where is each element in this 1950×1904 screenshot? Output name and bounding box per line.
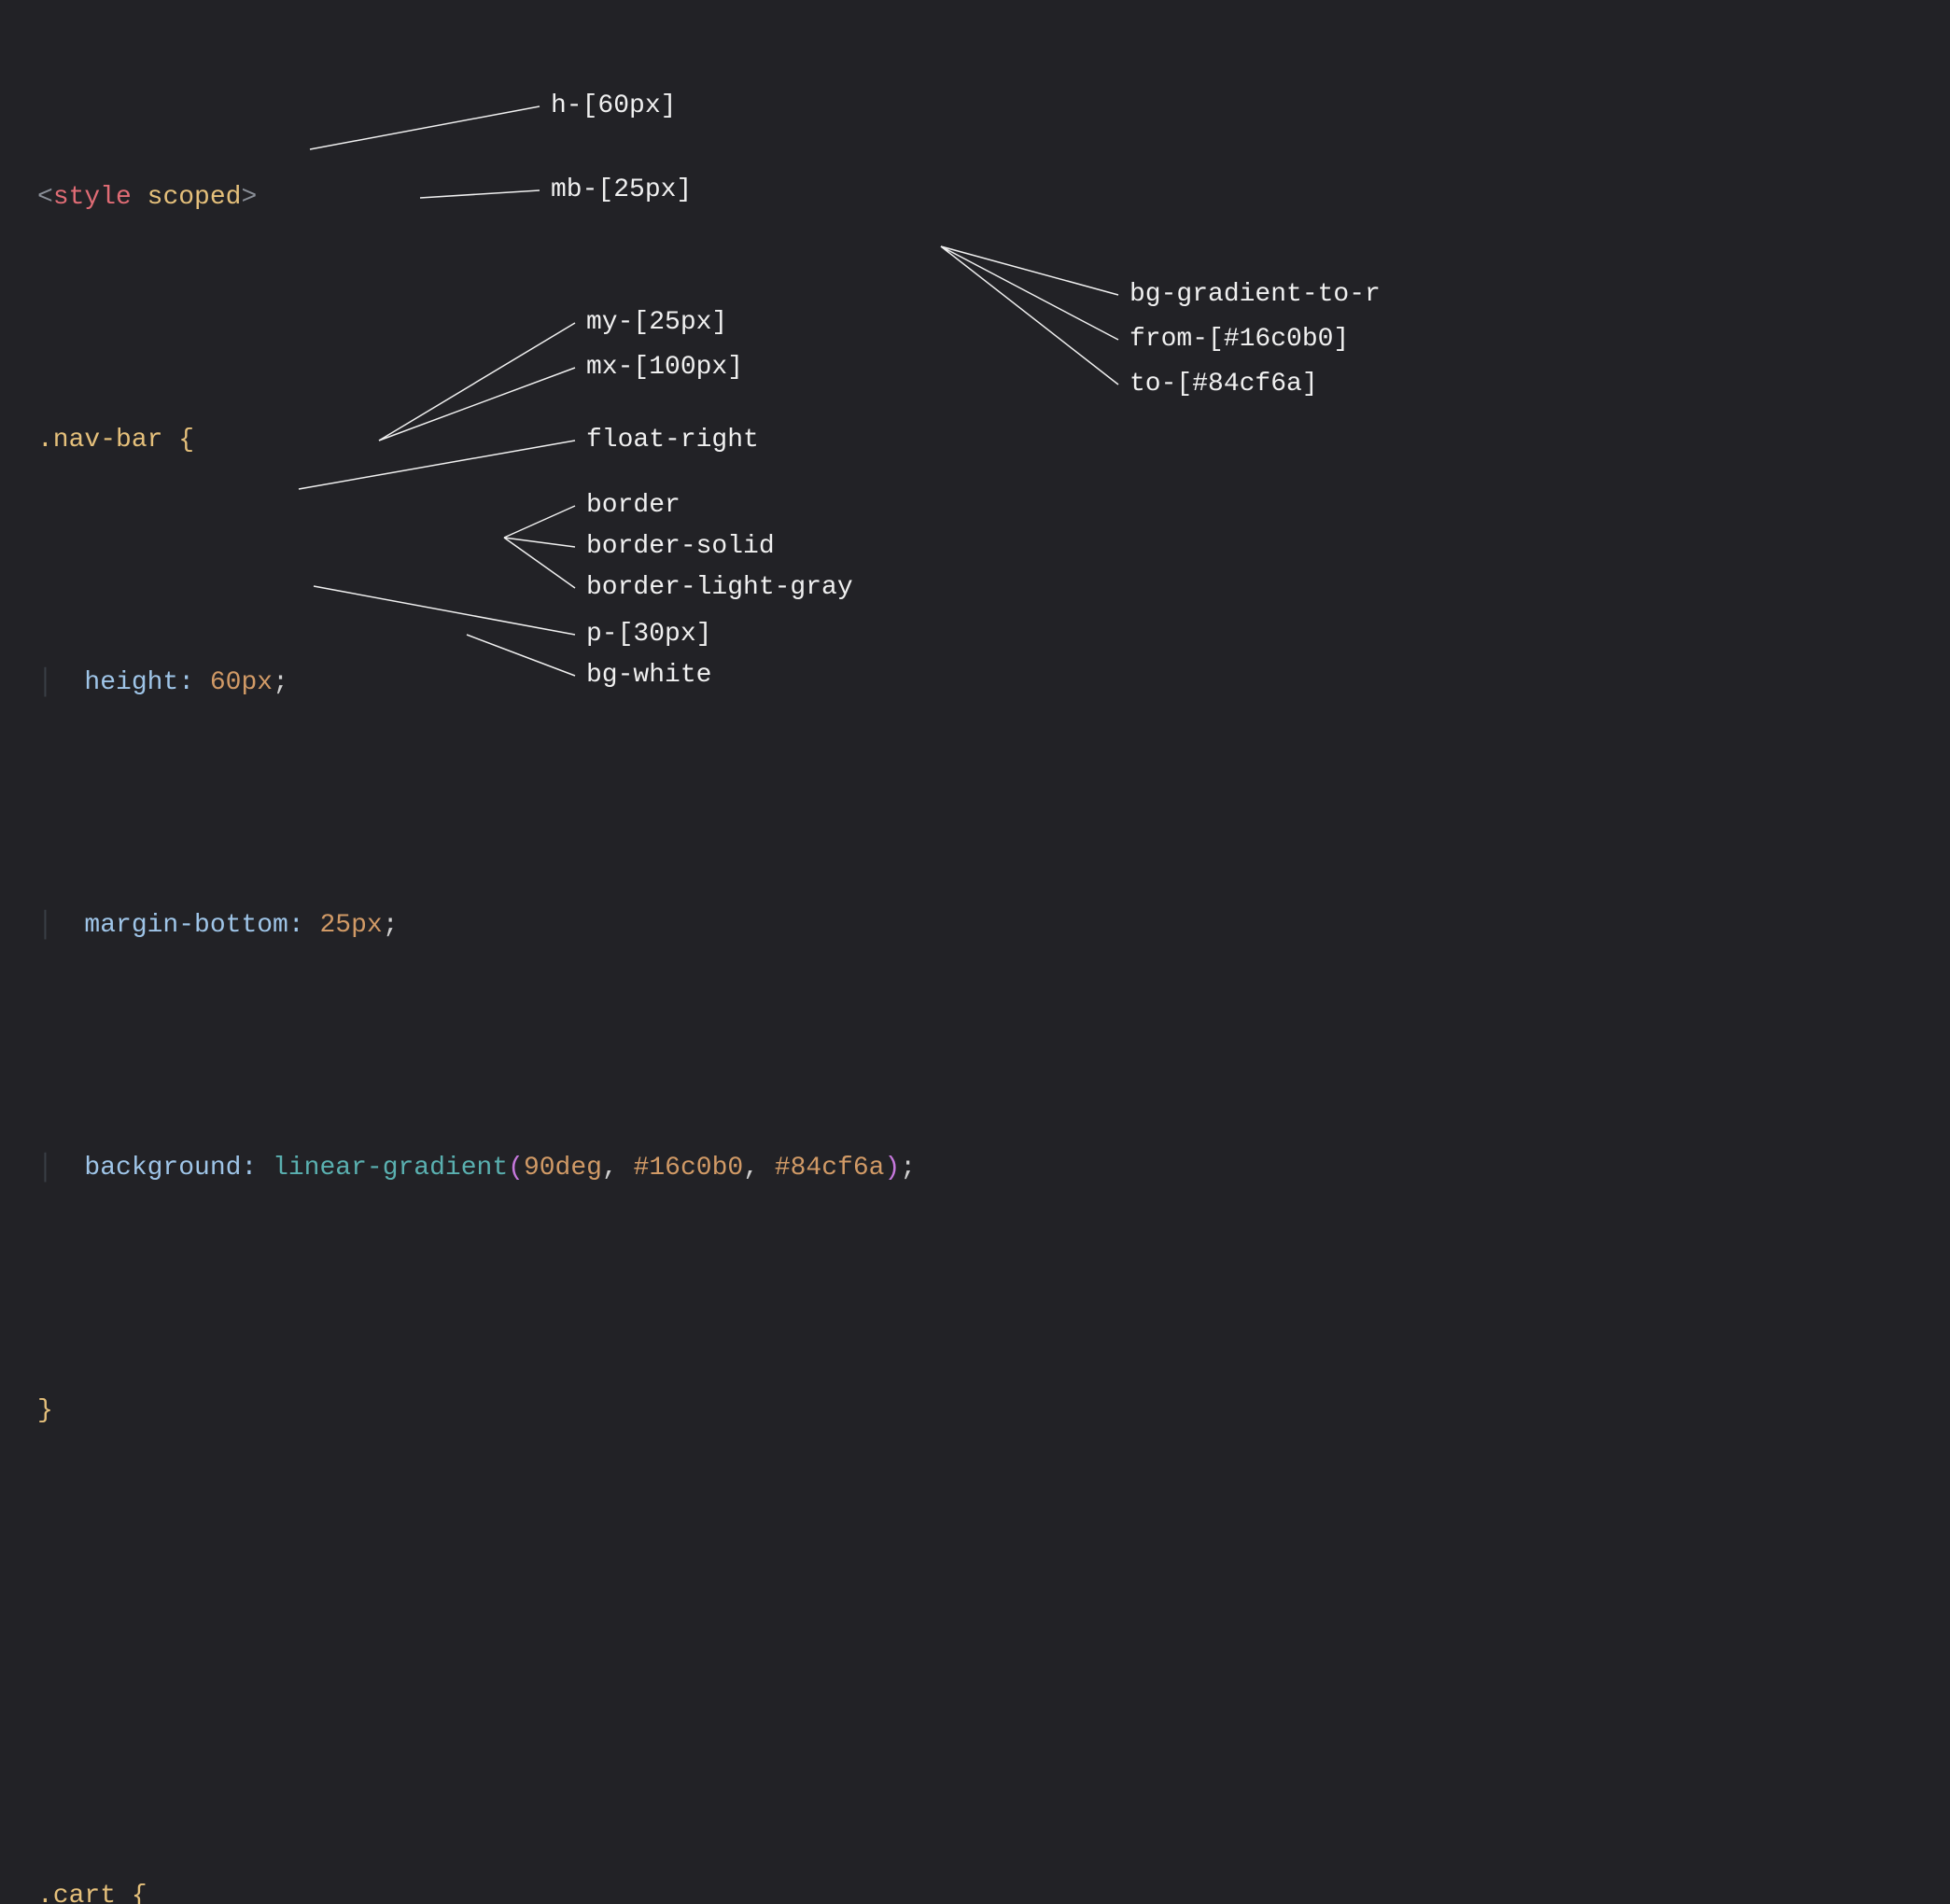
tailwind-annotation: my-[25px]	[586, 308, 727, 337]
tailwind-annotation: h-[60px]	[551, 91, 676, 120]
css-property: background	[84, 1154, 241, 1183]
tailwind-annotation: bg-gradient-to-r	[1129, 280, 1381, 309]
code-line: │ background: linear-gradient(90deg, #16…	[37, 1144, 1913, 1193]
css-property: margin-bottom	[84, 911, 288, 940]
tailwind-annotation: p-[30px]	[586, 620, 711, 649]
attr-name: scoped	[147, 183, 242, 212]
paren: )	[884, 1154, 900, 1183]
css-value: 25px	[319, 911, 382, 940]
code-line: │ height: 60px;	[37, 659, 1913, 707]
code-line: <style scoped>	[37, 174, 1913, 222]
css-selector: .nav-bar	[37, 426, 162, 455]
css-selector: .cart	[37, 1882, 116, 1904]
code-line: .cart {	[37, 1872, 1913, 1904]
tailwind-annotation: bg-white	[586, 661, 711, 690]
css-value: #84cf6a	[775, 1154, 885, 1183]
tailwind-annotation: border-light-gray	[586, 573, 853, 602]
semicolon: ;	[900, 1154, 916, 1183]
tailwind-annotation: mx-[100px]	[586, 353, 743, 382]
tailwind-annotation: mb-[25px]	[551, 175, 692, 204]
brace: }	[37, 1396, 53, 1425]
space	[132, 183, 147, 212]
tag-name: style	[53, 183, 132, 212]
code-line: }	[37, 1387, 1913, 1435]
semicolon: ;	[383, 911, 399, 940]
tailwind-annotation: border-solid	[586, 532, 775, 561]
code-line: │ margin-bottom: 25px;	[37, 902, 1913, 950]
indent-guide: │	[37, 668, 53, 697]
colon: :	[178, 668, 194, 697]
indent-guide: │	[37, 911, 53, 940]
tailwind-annotation: from-[#16c0b0]	[1129, 325, 1349, 354]
comma: ,	[743, 1154, 759, 1183]
css-value: 60px	[210, 668, 273, 697]
semicolon: ;	[273, 668, 288, 697]
css-property: height	[84, 668, 178, 697]
brace: {	[116, 1882, 147, 1904]
angle-bracket: >	[241, 183, 257, 212]
code-line	[37, 1630, 1913, 1678]
tailwind-annotation: border	[586, 491, 680, 520]
comma: ,	[602, 1154, 618, 1183]
tailwind-annotation: float-right	[586, 426, 759, 455]
css-value: 90deg	[524, 1154, 602, 1183]
css-function: linear-gradient	[273, 1154, 508, 1183]
paren: (	[508, 1154, 524, 1183]
tailwind-annotation: to-[#84cf6a]	[1129, 370, 1318, 399]
css-value: #16c0b0	[634, 1154, 744, 1183]
code-diagram: <style scoped> .nav-bar { │ height: 60px…	[0, 0, 1950, 952]
css-code-block: <style scoped> .nav-bar { │ height: 60px…	[37, 28, 1913, 1904]
brace: {	[162, 426, 194, 455]
code-line: .nav-bar {	[37, 416, 1913, 465]
indent-guide: │	[37, 1154, 53, 1183]
colon: :	[288, 911, 304, 940]
angle-bracket: <	[37, 183, 53, 212]
colon: :	[241, 1154, 257, 1183]
